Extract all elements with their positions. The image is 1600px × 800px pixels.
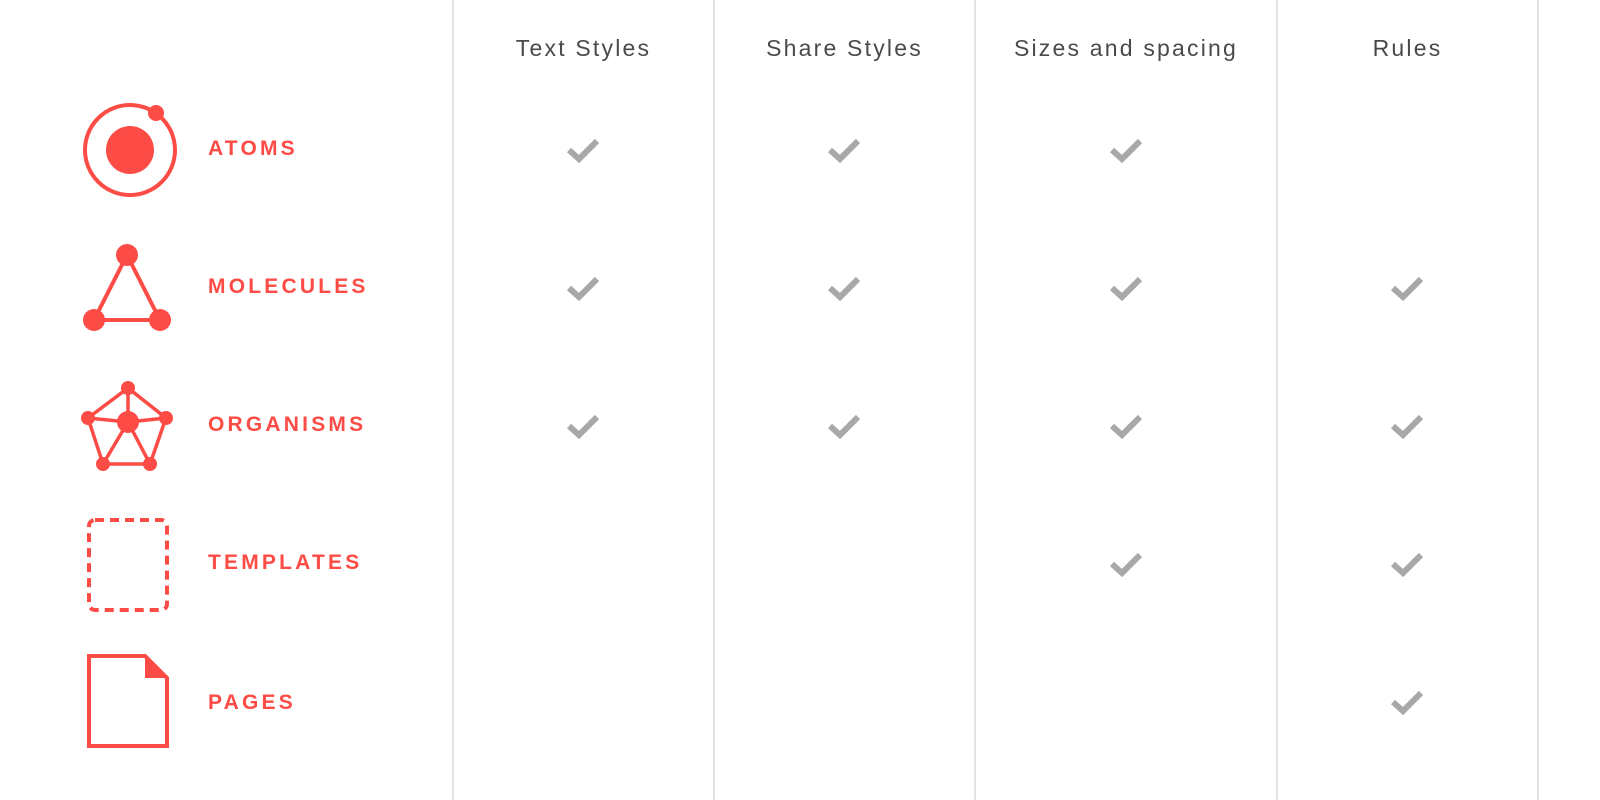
row-label-molecules: MOLECULES — [208, 275, 369, 298]
column-divider — [713, 0, 715, 800]
column-divider — [974, 0, 976, 800]
row-label-pages: PAGES — [208, 691, 296, 714]
check-icon — [1389, 273, 1425, 303]
row-label-organisms: ORGANISMS — [208, 413, 367, 436]
organism-icon — [78, 376, 178, 476]
check-icon — [1108, 549, 1144, 579]
column-divider — [1276, 0, 1278, 800]
template-icon — [78, 514, 178, 614]
column-divider — [1537, 0, 1539, 800]
check-icon — [1389, 687, 1425, 717]
column-divider — [452, 0, 454, 800]
check-icon — [565, 273, 601, 303]
check-icon — [1389, 549, 1425, 579]
check-icon — [565, 135, 601, 165]
row-label-atoms: ATOMS — [208, 137, 298, 160]
column-header-text-styles: Text Styles — [515, 35, 652, 61]
column-header-share-styles: Share Styles — [766, 35, 923, 61]
page-icon — [78, 650, 178, 750]
check-icon — [1108, 135, 1144, 165]
check-icon — [1108, 411, 1144, 441]
check-icon — [826, 273, 862, 303]
row-label-templates: TEMPLATES — [208, 551, 363, 574]
molecule-icon — [78, 238, 178, 338]
check-icon — [1389, 411, 1425, 441]
check-icon — [1108, 273, 1144, 303]
column-header-sizes-and-spacing: Sizes and spacing — [1013, 35, 1239, 61]
atom-icon — [78, 100, 178, 200]
check-icon — [826, 135, 862, 165]
comparison-matrix: Text Styles Share Styles Sizes and spaci… — [0, 0, 1600, 800]
check-icon — [826, 411, 862, 441]
check-icon — [565, 411, 601, 441]
column-header-rules: Rules — [1372, 35, 1443, 61]
